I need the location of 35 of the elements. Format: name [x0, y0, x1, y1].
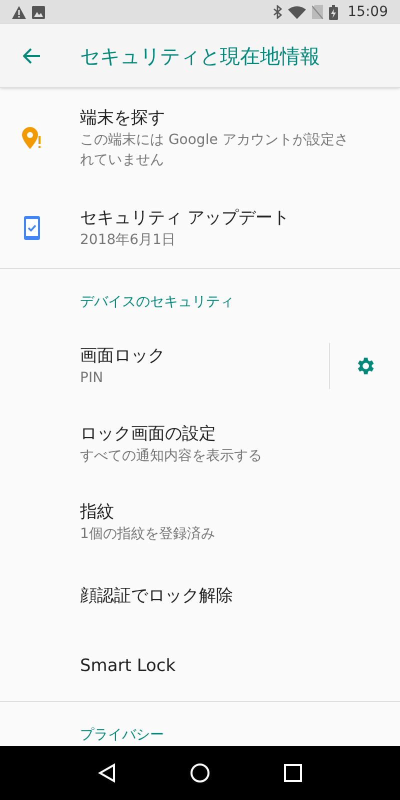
item-title: 画面ロック: [80, 345, 166, 368]
wifi-icon: [288, 6, 306, 18]
section-header: プライバシー: [80, 726, 164, 745]
item-title: Smart Lock: [80, 655, 177, 678]
settings-item[interactable]: 顔認証でロック解除: [0, 561, 400, 631]
settings-item[interactable]: ロック画面の設定 すべての通知内容を表示する: [0, 405, 400, 483]
page-title: セキュリティと現在地情報: [80, 42, 320, 70]
settings-item[interactable]: セキュリティ アップデート 2018年6月1日: [0, 188, 400, 268]
item-subtitle: 2018年6月1日: [80, 231, 176, 250]
item-title: 指紋: [80, 501, 115, 524]
back-arrow-icon: [23, 48, 41, 64]
item-subtitle: この端末には Google アカウントが設定されていません: [80, 131, 350, 170]
item-subtitle: PIN: [80, 369, 104, 388]
settings-item[interactable]: Smart Lock: [0, 631, 400, 701]
item-title: 顔認証でロック解除: [80, 585, 234, 608]
warning-icon: [12, 6, 26, 18]
section-header: デバイスのセキュリティ: [80, 293, 234, 312]
item-title: ロック画面の設定: [80, 423, 217, 446]
clock-time: 15:09: [348, 2, 388, 22]
triangle-icon: [98, 763, 116, 783]
battery-icon: [328, 4, 338, 20]
image-icon: [32, 6, 45, 18]
item-subtitle: すべての通知内容を表示する: [80, 447, 263, 466]
bluetooth-icon: [272, 5, 282, 19]
settings-item[interactable]: 指紋 1個の指紋を登録済み: [0, 483, 400, 561]
phone-check-icon: [24, 216, 40, 240]
item-subtitle: 1個の指紋を登録済み: [80, 525, 216, 544]
item-title: 端末を探す: [80, 107, 166, 130]
location-alert-icon: [22, 127, 42, 149]
square-icon: [284, 764, 302, 782]
settings-item[interactable]: 画面ロック PIN: [0, 327, 400, 405]
circle-icon: [190, 763, 210, 783]
item-title: セキュリティ アップデート: [80, 207, 290, 230]
no-sim-icon: [312, 5, 323, 19]
settings-item[interactable]: 端末を探す この端末には Google アカウントが設定されていません: [0, 88, 400, 188]
